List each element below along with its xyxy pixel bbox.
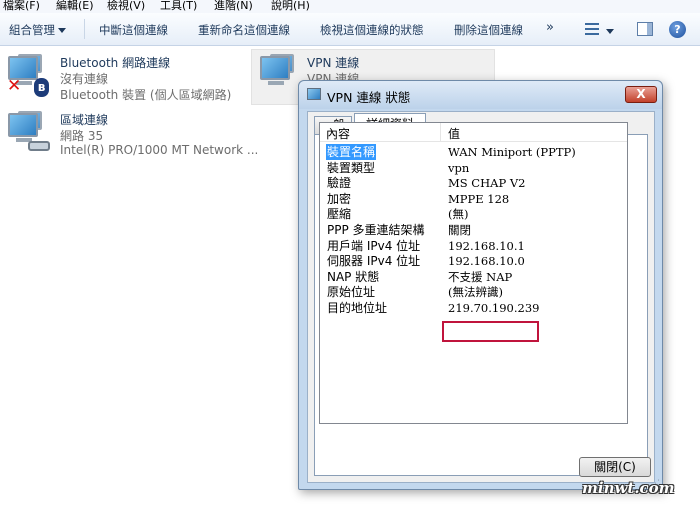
view-options-icon[interactable]: [585, 23, 599, 35]
row-value: MS CHAP V2: [448, 176, 526, 191]
list-row[interactable]: 裝置名稱 WAN Miniport (PPTP): [320, 144, 627, 160]
row-value: (無法辨識): [448, 285, 503, 300]
row-value: 192.168.10.0: [448, 254, 525, 269]
menu-view[interactable]: 檢視(V): [107, 0, 145, 13]
bluetooth-icon: ʙ: [34, 78, 49, 97]
vpn-status-dialog: VPN 連線 狀態 X 一般 詳細資料 內容 值 裝置名稱WAN Minipor…: [298, 80, 663, 490]
row-value: 219.70.190.239: [448, 301, 540, 315]
row-property: 目的地位址: [327, 301, 388, 315]
row-property: 加密: [327, 191, 352, 206]
row-property: NAP 狀態: [327, 269, 380, 284]
list-row[interactable]: 用戶端 IPv4 位址 192.168.10.1: [320, 238, 627, 254]
menu-edit[interactable]: 編輯(E): [56, 0, 94, 13]
row-value: 關閉: [448, 223, 471, 237]
row-property: 驗證: [327, 176, 352, 191]
menu-help[interactable]: 說明(H): [271, 0, 310, 13]
connection-bluetooth[interactable]: ✕ ʙ Bluetooth 網路連線 沒有連線 Bluetooth 裝置 (個人…: [0, 54, 240, 104]
toolbar-separator: [84, 19, 85, 39]
dialog-title: VPN 連線 狀態: [327, 90, 411, 105]
delete-connection-button[interactable]: 刪除這個連線: [454, 22, 523, 38]
list-row[interactable]: 伺服器 IPv4 位址 192.168.10.0: [320, 253, 627, 269]
network-icon: [307, 88, 321, 100]
row-value: MPPE 128: [448, 191, 510, 206]
details-list[interactable]: 內容 值 裝置名稱 WAN Miniport (PPTP) 裝置類型 vpn 驗證 MS …: [319, 122, 628, 424]
disable-connection-button[interactable]: 中斷這個連線: [99, 22, 168, 38]
menu-tools[interactable]: 工具(T): [160, 0, 197, 13]
close-icon[interactable]: X: [625, 86, 657, 103]
list-row[interactable]: 原始位址 (無法辨識): [320, 284, 627, 300]
row-property: 壓縮: [327, 207, 352, 222]
connection-status: 沒有連線: [60, 72, 109, 86]
dialog-titlebar[interactable]: VPN 連線 狀態 X: [299, 81, 662, 109]
connection-local-area[interactable]: 區域連線 網路 35 Intel(R) PRO/1000 MT Network …: [0, 111, 258, 161]
organize-button[interactable]: 組合管理: [9, 22, 55, 38]
row-property: 用戶端 IPv4 位址: [327, 238, 421, 253]
rename-connection-button[interactable]: 重新命名這個連線: [198, 22, 290, 38]
list-row[interactable]: 驗證 MS CHAP V2: [320, 175, 627, 191]
connection-name: 區域連線: [60, 113, 109, 127]
row-property: 原始位址: [327, 285, 376, 300]
connection-device: Bluetooth 裝置 (個人區域網路): [60, 88, 232, 102]
help-icon[interactable]: ?: [669, 21, 686, 38]
view-status-button[interactable]: 檢視這個連線的狀態: [320, 22, 424, 38]
column-header-property[interactable]: 內容: [326, 125, 350, 142]
watermark: minwt.com: [582, 479, 675, 497]
command-bar: 組合管理 中斷這個連線 重新命名這個連線 檢視這個連線的狀態 刪除這個連線 » …: [0, 13, 700, 46]
list-row[interactable]: 加密 MPPE 128: [320, 191, 627, 207]
destination-highlight-box: [442, 321, 539, 342]
disconnected-icon: ✕: [7, 76, 22, 96]
more-commands-button[interactable]: »: [546, 20, 554, 35]
row-property: 裝置類型: [327, 160, 376, 175]
chevron-down-icon[interactable]: [606, 29, 614, 34]
network-connection-icon: ✕ ʙ: [4, 54, 52, 102]
list-row[interactable]: NAP 狀態 不支援 NAP: [320, 269, 627, 285]
row-value: vpn: [448, 160, 470, 175]
row-property: 裝置名稱: [326, 144, 377, 160]
row-property: PPP 多重連結架構: [327, 223, 425, 237]
connection-name: VPN 連線: [307, 56, 360, 70]
connection-device: Intel(R) PRO/1000 MT Network ...: [60, 143, 259, 157]
column-header-value[interactable]: 值: [448, 125, 460, 142]
list-row[interactable]: 裝置類型 vpn: [320, 160, 627, 176]
chevron-down-icon[interactable]: [58, 28, 66, 33]
menu-bar: 檔案(F) 編輯(E) 檢視(V) 工具(T) 進階(N) 說明(H): [0, 0, 700, 13]
close-button[interactable]: 關閉(C): [579, 457, 651, 477]
list-row[interactable]: 壓縮 (無): [320, 206, 627, 222]
network-cable-icon: [28, 141, 50, 151]
network-connection-icon: [4, 111, 52, 159]
menu-file[interactable]: 檔案(F): [3, 0, 40, 13]
connection-status: 網路 35: [60, 129, 104, 143]
list-header: 內容 值: [320, 123, 627, 142]
row-value: 192.168.10.1: [448, 238, 525, 253]
list-row[interactable]: PPP 多重連結架構 關閉: [320, 222, 627, 238]
preview-pane-icon[interactable]: [637, 22, 653, 36]
vpn-connection-icon: [256, 54, 304, 102]
watermark-text: minwt.com: [582, 479, 675, 497]
row-property: 伺服器 IPv4 位址: [327, 254, 421, 269]
connection-name: Bluetooth 網路連線: [60, 56, 171, 70]
menu-advanced[interactable]: 進階(N): [214, 0, 253, 13]
row-value: (無): [448, 207, 469, 222]
row-value: WAN Miniport (PPTP): [448, 145, 576, 159]
list-row[interactable]: 目的地位址 219.70.190.239: [320, 300, 627, 316]
row-value: 不支援 NAP: [448, 269, 513, 284]
